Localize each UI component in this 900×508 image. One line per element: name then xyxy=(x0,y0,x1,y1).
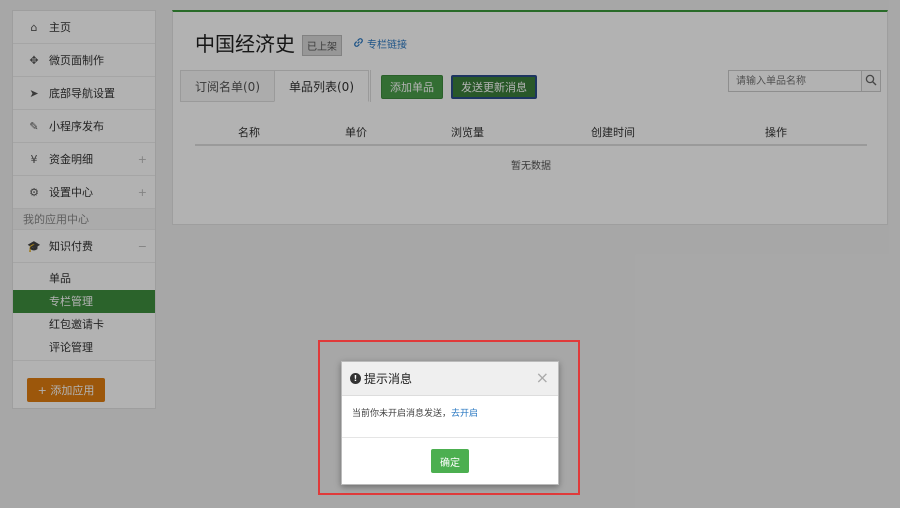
close-icon[interactable]: × xyxy=(536,370,549,386)
dialog-message: 当前你未开启消息发送， xyxy=(352,409,452,419)
dialog-header: ! 提示消息 × xyxy=(342,362,558,396)
confirm-button[interactable]: 确定 xyxy=(431,449,469,473)
dialog-footer: 确定 xyxy=(342,438,558,484)
dialog-body: 当前你未开启消息发送，去开启 xyxy=(342,396,558,438)
info-icon: ! xyxy=(350,373,361,384)
message-dialog: ! 提示消息 × 当前你未开启消息发送，去开启 确定 xyxy=(341,361,559,485)
dialog-title: 提示消息 xyxy=(364,372,413,386)
enable-link[interactable]: 去开启 xyxy=(451,409,478,419)
